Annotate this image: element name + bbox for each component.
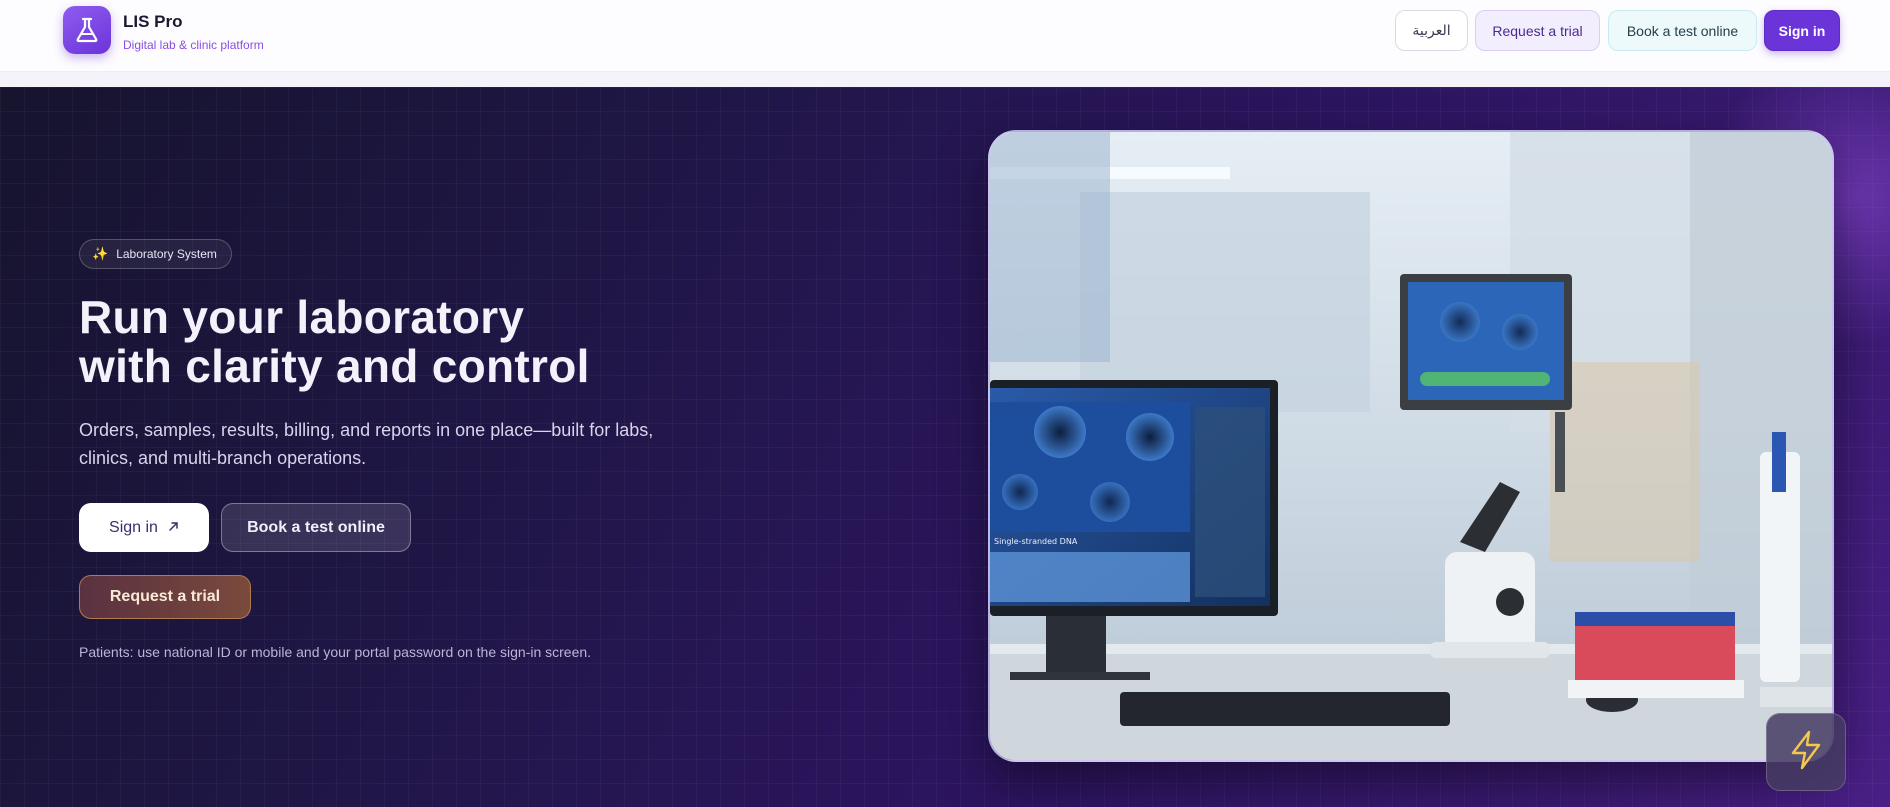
sign-in-button[interactable]: Sign in <box>1764 10 1840 51</box>
laboratory-photo: Single-stranded DNA <box>988 130 1834 762</box>
hero-headline: Run your laboratory with clarity and con… <box>79 293 590 391</box>
brand-name[interactable]: LIS Pro <box>123 12 183 32</box>
top-navigation: LIS Pro Digital lab & clinic platform ال… <box>0 0 1890 72</box>
hero-request-trial-button[interactable]: Request a trial <box>79 575 251 619</box>
patients-note: Patients: use national ID or mobile and … <box>79 644 592 660</box>
headline-line-2: with clarity and control <box>79 340 590 392</box>
quick-action-card[interactable] <box>1766 713 1846 791</box>
monitor-caption: Single-stranded DNA <box>994 537 1078 546</box>
request-trial-button[interactable]: Request a trial <box>1475 10 1600 51</box>
brand-tagline: Digital lab & clinic platform <box>123 38 264 52</box>
hero-sign-in-label: Sign in <box>109 518 158 536</box>
sparkle-icon: ✨ <box>92 246 109 261</box>
headline-line-1: Run your laboratory <box>79 291 525 343</box>
laboratory-system-badge: ✨ Laboratory System <box>79 239 232 269</box>
flask-icon[interactable] <box>63 6 111 54</box>
hero-sign-in-button[interactable]: Sign in <box>79 503 209 552</box>
badge-label: Laboratory System <box>116 247 217 261</box>
lightning-icon <box>1788 730 1824 775</box>
laboratory-scene: Single-stranded DNA <box>990 132 1832 760</box>
hero-section: ✨ Laboratory System Run your laboratory … <box>0 87 1890 807</box>
language-switch-button[interactable]: العربية <box>1395 10 1468 51</box>
header-divider <box>0 72 1890 87</box>
book-test-button[interactable]: Book a test online <box>1608 10 1757 51</box>
hero-book-test-button[interactable]: Book a test online <box>221 503 411 552</box>
hero-subtext: Orders, samples, results, billing, and r… <box>79 420 654 468</box>
arrow-up-right-icon <box>168 519 179 537</box>
